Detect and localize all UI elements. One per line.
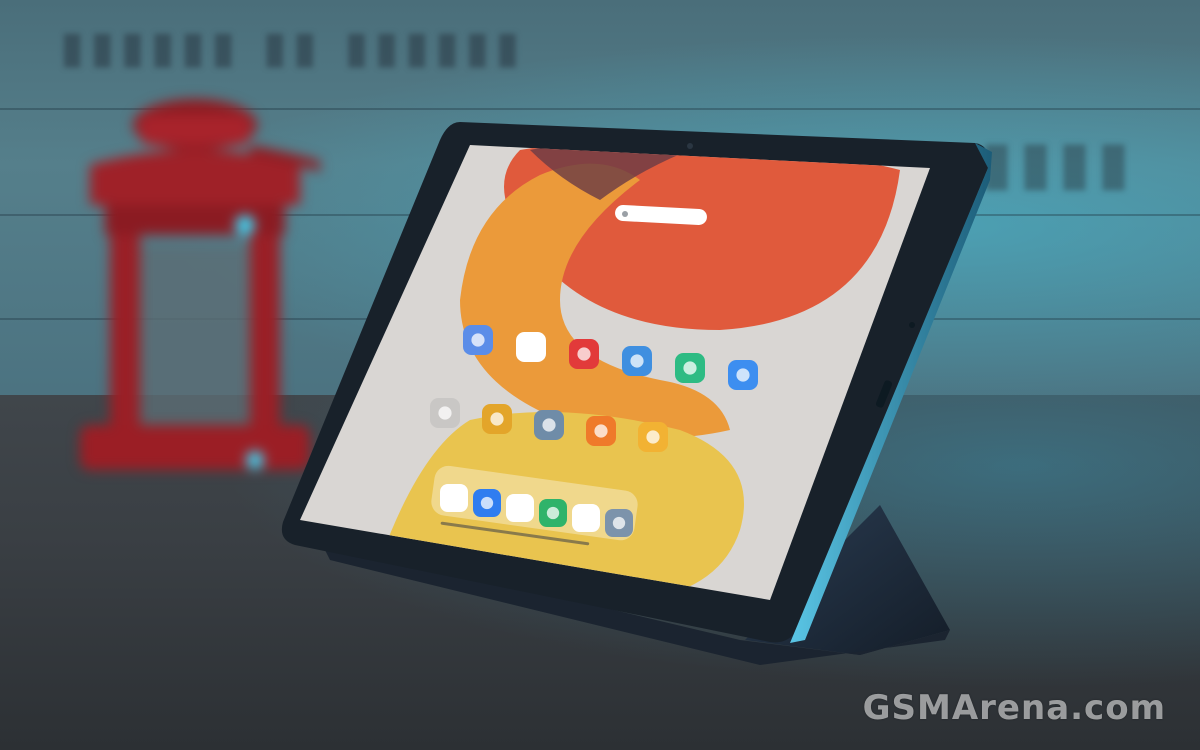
speaker-grill <box>909 322 915 328</box>
gallery-icon-glyph <box>471 333 485 347</box>
play-store-icon-glyph <box>513 501 527 515</box>
settings-icon-glyph <box>612 516 626 530</box>
calculator-icon-glyph <box>594 424 608 438</box>
search-icon <box>622 211 628 217</box>
settings-icon-glyph <box>542 418 556 432</box>
notes-icon-glyph <box>490 412 504 426</box>
camera-icon-glyph <box>579 511 593 525</box>
browser-icon-glyph <box>736 368 750 382</box>
chrome-icon-glyph <box>447 491 461 505</box>
recorder-icon-glyph <box>577 347 591 361</box>
cleaner-icon-glyph <box>646 430 660 444</box>
security-icon-glyph <box>546 506 560 520</box>
folder-icon-glyph <box>438 406 452 420</box>
watermark: GSMArena.com <box>862 688 1166 728</box>
scanner-icon-glyph <box>683 361 697 375</box>
photo-scene: ▮▮▮▮▮▮ ▮▮ ▮▮▮▮▮▮ ▮▮▮▮ GSMArena.com <box>0 0 1200 750</box>
front-camera <box>687 143 693 149</box>
weather-icon-glyph <box>630 354 644 368</box>
play-store-icon-glyph <box>524 340 538 354</box>
messages-icon-glyph <box>480 496 494 510</box>
tablet-device <box>281 122 992 665</box>
